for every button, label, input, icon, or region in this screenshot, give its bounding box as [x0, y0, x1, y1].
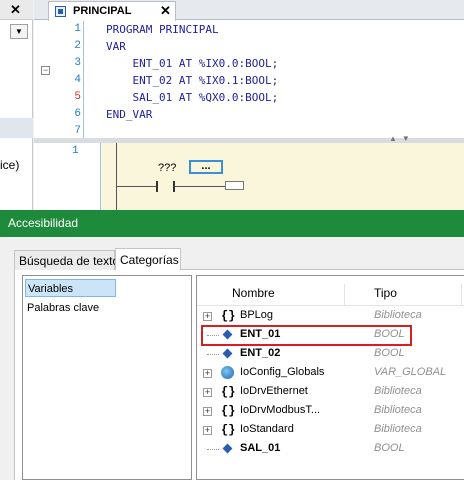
column-divider[interactable]	[344, 284, 345, 306]
expand-plus-icon[interactable]: +	[203, 369, 212, 378]
power-rail	[116, 143, 117, 210]
line-number: 4	[74, 74, 81, 86]
column-header-nombre[interactable]: Nombre	[232, 286, 275, 300]
tree-header: Nombre Tipo	[197, 284, 464, 306]
tab-busqueda-de-texto[interactable]: Búsqueda de texto	[14, 250, 119, 270]
rung-wire	[116, 186, 156, 187]
left-pane: ✕ ▼ ice)	[0, 0, 33, 210]
code-text: END_VAR	[106, 108, 153, 121]
row-type: Biblioteca	[374, 385, 422, 397]
category-item-palabras-clave[interactable]: Palabras clave	[25, 299, 116, 317]
row-name: IoStandard	[240, 423, 294, 435]
splitter-arrows-icon[interactable]: ▲▼	[389, 134, 415, 143]
left-pane-header: ✕	[0, 0, 33, 20]
line-number: 6	[74, 108, 81, 120]
ladder-gutter: 1	[34, 143, 101, 210]
tab-principal-label: PRINCIPAL	[73, 5, 132, 17]
app-root: ✕ ▼ ice) PRINCIPAL ✕ − 1 PROGRAM PRINCIP…	[0, 0, 464, 480]
code-text: PROGRAM PRINCIPAL	[106, 23, 219, 36]
line-number: 1	[74, 23, 81, 35]
code-line[interactable]: 1 PROGRAM PRINCIPAL	[34, 21, 464, 38]
library-braces-icon: {}	[221, 385, 236, 399]
tree-row[interactable]: + {} IoDrvModbusT... Biblioteca	[197, 402, 464, 421]
row-name: IoConfig_Globals	[240, 366, 325, 378]
chevron-down-icon[interactable]: ▼	[10, 24, 28, 39]
editor-pane: PRINCIPAL ✕ − 1 PROGRAM PRINCIPAL 2 VAR …	[34, 0, 464, 210]
tree-row[interactable]: + {} IoDrvEthernet Biblioteca	[197, 383, 464, 402]
line-number: 2	[74, 40, 81, 52]
panel-title: Accesibilidad	[0, 210, 464, 237]
code-line[interactable]: 4 ENT_02 AT %IX0.1:BOOL;	[34, 72, 464, 89]
code-line[interactable]: 2 VAR	[34, 38, 464, 55]
coil-variable-placeholder[interactable]: ...	[189, 160, 223, 174]
code-line[interactable]: 3 ENT_01 AT %IX0.0:BOOL;	[34, 55, 464, 72]
variable-diamond-icon	[221, 347, 235, 361]
rung-wire	[175, 186, 225, 187]
variable-diamond-icon	[221, 442, 235, 456]
coil-box[interactable]	[225, 181, 244, 190]
row-type: BOOL	[374, 442, 405, 454]
code-text: ENT_02 AT %IX0.1:BOOL;	[106, 74, 279, 87]
row-name: IoDrvModbusT...	[240, 404, 321, 416]
highlight-box	[201, 325, 412, 346]
row-name: ENT_02	[240, 347, 281, 359]
network-number: 1	[72, 145, 79, 157]
globe-icon	[221, 366, 235, 380]
variable-tree: Nombre Tipo + {} BPLog Biblioteca ENT_01…	[196, 275, 464, 480]
library-braces-icon: {}	[221, 404, 236, 418]
line-number: 5	[74, 91, 81, 103]
contact-left-bar[interactable]	[156, 181, 158, 192]
row-type: Biblioteca	[374, 423, 422, 435]
left-pane-selected-row[interactable]	[0, 118, 33, 138]
row-type: VAR_GLOBAL	[374, 366, 447, 378]
tree-row[interactable]: ENT_02 BOOL	[197, 345, 464, 364]
code-text: VAR	[106, 40, 126, 53]
expand-plus-icon[interactable]: +	[203, 426, 212, 435]
column-divider[interactable]	[461, 284, 462, 306]
line-number: 3	[74, 57, 81, 69]
tab-principal[interactable]: PRINCIPAL ✕	[48, 1, 176, 21]
contact-variable-label[interactable]: ???	[158, 162, 176, 174]
program-icon	[55, 6, 66, 17]
column-header-tipo[interactable]: Tipo	[374, 286, 397, 300]
category-list: Variables Palabras clave	[22, 275, 192, 480]
expand-plus-icon[interactable]: +	[203, 407, 212, 416]
library-braces-icon: {}	[221, 309, 236, 323]
accessibility-panel: Accesibilidad Búsqueda de texto Categorí…	[0, 210, 464, 480]
code-text: ENT_01 AT %IX0.0:BOOL;	[106, 57, 279, 70]
code-text: SAL_01 AT %QX0.0:BOOL;	[106, 91, 279, 104]
tree-row[interactable]: + IoConfig_Globals VAR_GLOBAL	[197, 364, 464, 383]
tree-row[interactable]: SAL_01 BOOL	[197, 440, 464, 459]
row-name: BPLog	[240, 309, 274, 321]
row-type: Biblioteca	[374, 309, 422, 321]
expand-plus-icon[interactable]: +	[203, 388, 212, 397]
tab-close-icon[interactable]: ✕	[160, 3, 171, 19]
row-name: IoDrvEthernet	[240, 385, 308, 397]
left-pane-partial-label: ice)	[0, 158, 20, 172]
tree-row[interactable]: ENT_01 BOOL	[197, 325, 464, 346]
ladder-network-area[interactable]: 1 ??? ...	[34, 143, 464, 210]
declaration-editor[interactable]: − 1 PROGRAM PRINCIPAL 2 VAR 3 ENT_01 AT …	[34, 21, 464, 138]
tree-row[interactable]: + {} IoStandard Biblioteca	[197, 421, 464, 440]
code-line[interactable]: 5 SAL_01 AT %QX0.0:BOOL;	[34, 89, 464, 106]
tree-connector	[207, 449, 219, 450]
tab-categorias[interactable]: Categorías	[115, 248, 181, 270]
tree-connector	[207, 354, 219, 355]
row-type: Biblioteca	[374, 404, 422, 416]
category-item-variables[interactable]: Variables	[25, 279, 116, 297]
row-name: SAL_01	[240, 442, 281, 454]
row-type: BOOL	[374, 347, 405, 359]
expand-plus-icon[interactable]: +	[203, 312, 212, 321]
left-pane-close-icon[interactable]: ✕	[10, 2, 21, 18]
editor-tab-bar: PRINCIPAL ✕	[34, 0, 464, 21]
tree-row[interactable]: + {} BPLog Biblioteca	[197, 307, 464, 326]
library-braces-icon: {}	[221, 423, 236, 437]
code-line[interactable]: 6 END_VAR	[34, 106, 464, 123]
